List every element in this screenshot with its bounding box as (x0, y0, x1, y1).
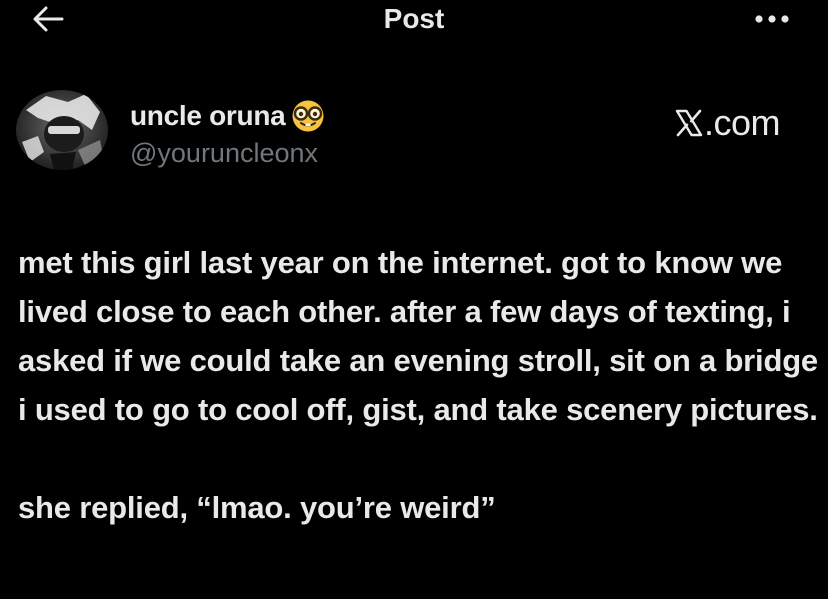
post-paragraph: she replied, “lmao. you’re weird” (18, 490, 496, 525)
watermark-text: .com (703, 102, 781, 143)
avatar-image (16, 90, 108, 170)
top-bar: Post (0, 0, 828, 40)
display-name-row: uncle oruna (130, 98, 327, 134)
author-handle[interactable]: @youruncleonx (130, 138, 318, 169)
post-author: uncle oruna @youruncleonx .com (16, 90, 816, 180)
avatar[interactable] (16, 90, 108, 170)
more-options-button[interactable] (750, 4, 794, 34)
post-body: met this girl last year on the internet.… (18, 238, 818, 532)
page-title: Post (383, 3, 445, 34)
x-logo-icon (675, 109, 703, 137)
display-name[interactable]: uncle oruna (130, 100, 286, 132)
post-paragraph: met this girl last year on the internet.… (18, 245, 818, 427)
nerd-face-emoji-icon (292, 100, 324, 132)
more-horizontal-icon (755, 15, 789, 23)
x-com-watermark: .com (675, 102, 781, 144)
